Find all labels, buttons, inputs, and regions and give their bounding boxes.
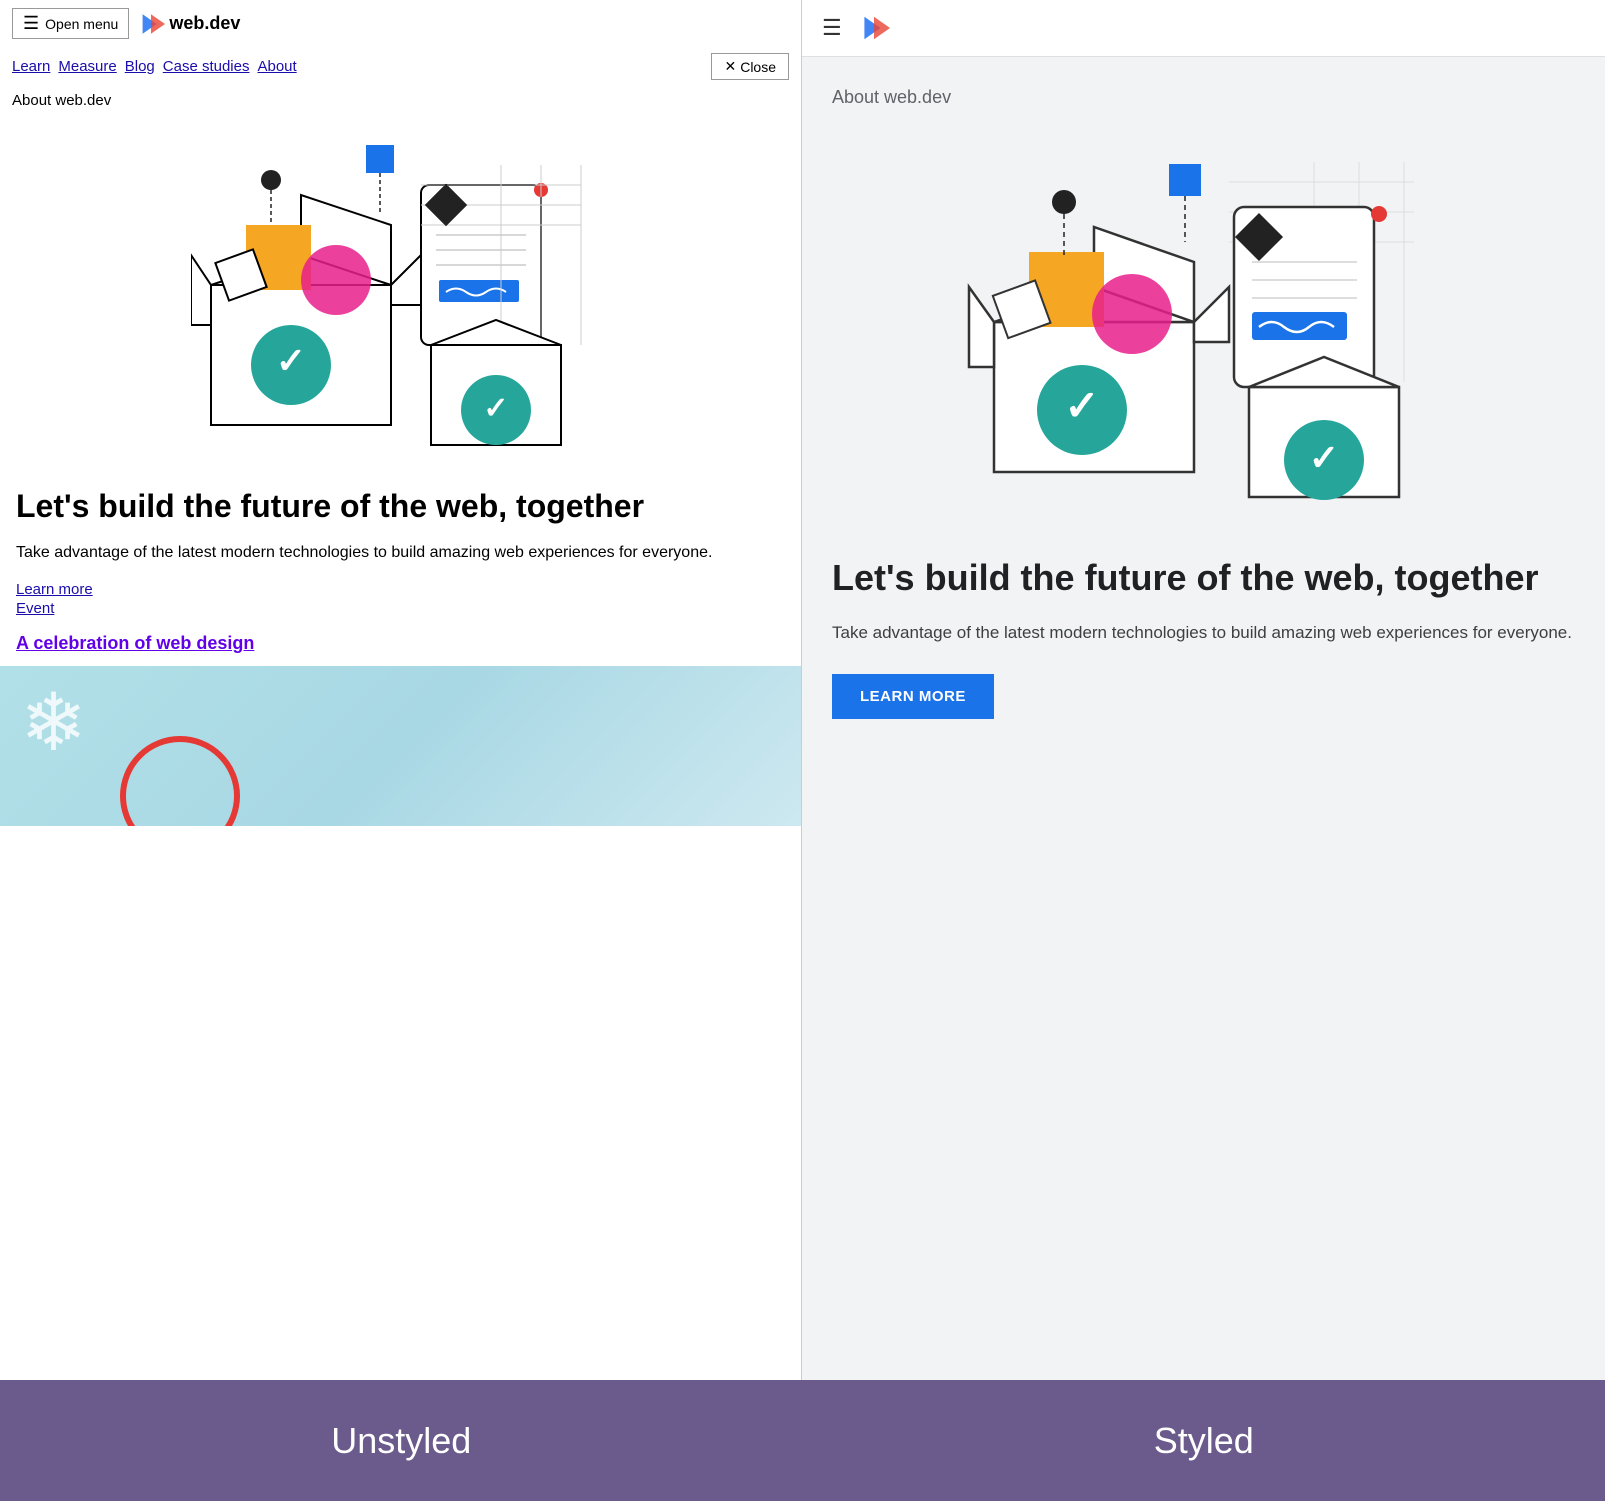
nav-link-case-studies[interactable]: Case studies [163, 58, 250, 75]
menu-button-label: Open menu [45, 16, 118, 32]
right-hamburger-icon[interactable]: ☰ [822, 15, 842, 41]
logo-link[interactable]: web.dev [137, 10, 240, 38]
left-links: Learn more Event [16, 581, 785, 617]
site-name: web.dev [169, 13, 240, 34]
left-header: ☰ Open menu web.dev [0, 0, 801, 47]
learn-more-link[interactable]: Learn more [16, 581, 785, 598]
left-nav: Learn Measure Blog Case studies About ✕ … [0, 47, 801, 86]
left-about-text: About web.dev [0, 86, 801, 115]
left-illustration: ✓ [0, 115, 801, 475]
logo-icon [137, 10, 165, 38]
right-about-text: About web.dev [832, 87, 1575, 108]
styled-label-box: Styled [803, 1380, 1605, 1501]
svg-text:✓: ✓ [1064, 382, 1099, 429]
nav-link-blog[interactable]: Blog [125, 58, 155, 75]
left-panel: ☰ Open menu web.dev Learn Measure Blog C… [0, 0, 802, 1380]
unstyled-label-box: Unstyled [0, 1380, 803, 1501]
snowflake-decoration: ❄ [20, 676, 87, 769]
close-label: Close [740, 59, 776, 75]
nav-link-learn[interactable]: Learn [12, 58, 50, 75]
close-icon: ✕ [724, 58, 736, 75]
right-description: Take advantage of the latest modern tech… [832, 619, 1575, 646]
right-header: ☰ [802, 0, 1605, 57]
svg-text:✓: ✓ [275, 340, 305, 381]
left-heading: Let's build the future of the web, toget… [16, 487, 785, 525]
celebration-link[interactable]: A celebration of web design [16, 633, 254, 653]
close-button[interactable]: ✕ Close [711, 53, 789, 80]
right-heading: Let's build the future of the web, toget… [832, 556, 1575, 599]
nav-link-about[interactable]: About [257, 58, 296, 75]
learn-more-button[interactable]: LEARN MORE [832, 674, 994, 719]
bottom-labels: Unstyled Styled [0, 1380, 1605, 1501]
red-circle-decoration [120, 736, 240, 826]
right-content: About web.dev ✓ [802, 57, 1605, 532]
illustration-svg: ✓ [191, 125, 611, 465]
right-text-content: Let's build the future of the web, toget… [802, 556, 1605, 749]
unstyled-label: Unstyled [331, 1420, 471, 1462]
right-illustration: ✓ [832, 132, 1575, 532]
right-logo-icon [858, 12, 890, 44]
svg-text:✓: ✓ [1308, 437, 1338, 478]
left-content: Let's build the future of the web, toget… [0, 475, 801, 666]
svg-text:✓: ✓ [483, 392, 508, 425]
hamburger-icon: ☰ [23, 13, 39, 34]
right-illustration-svg: ✓ [964, 142, 1444, 522]
menu-button[interactable]: ☰ Open menu [12, 8, 129, 39]
nav-link-measure[interactable]: Measure [58, 58, 116, 75]
right-panel: ☰ About web.dev [802, 0, 1605, 1380]
event-link[interactable]: Event [16, 600, 785, 617]
left-description: Take advantage of the latest modern tech… [16, 541, 785, 565]
styled-label: Styled [1154, 1420, 1254, 1462]
left-bottom-strip: ❄ [0, 666, 801, 826]
